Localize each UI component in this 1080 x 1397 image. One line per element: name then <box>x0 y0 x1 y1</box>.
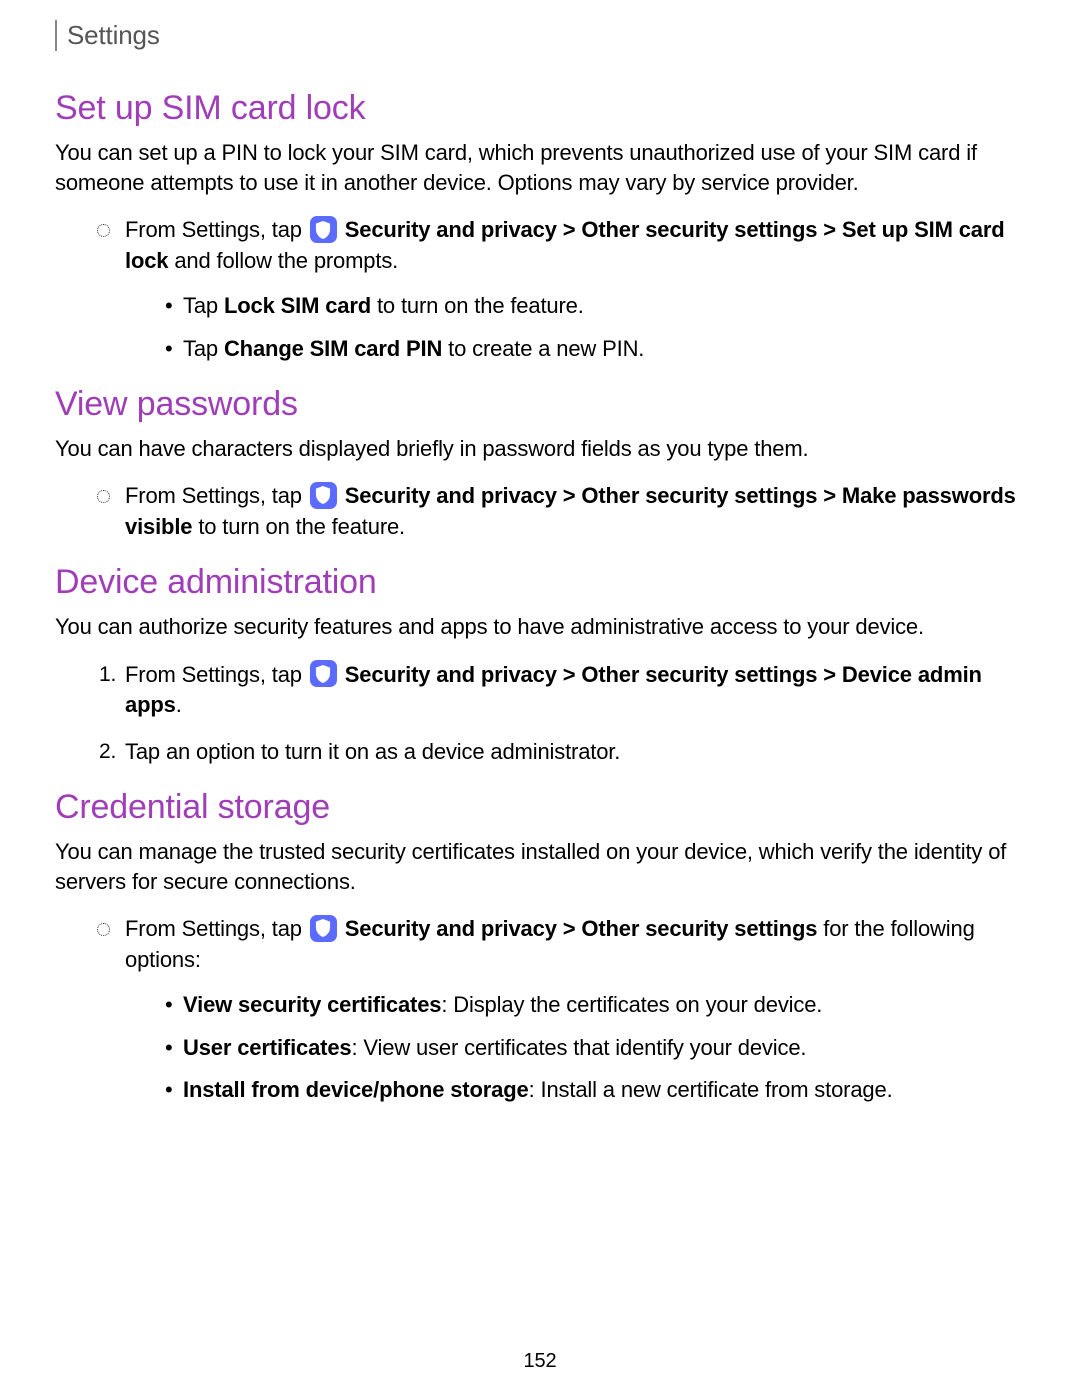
inner-list-item: Tap Change SIM card PIN to create a new … <box>165 334 1025 365</box>
header-title: Settings <box>67 20 160 50</box>
section-heading: Credential storage <box>55 788 1025 827</box>
sub-pre: Tap <box>183 293 224 318</box>
inner-list-item: View security certificates: Display the … <box>165 990 1025 1021</box>
section-heading: Device administration <box>55 563 1025 602</box>
section-heading: Set up SIM card lock <box>55 89 1025 128</box>
item-pre: From Settings, tap <box>125 662 308 687</box>
item-post: and follow the prompts. <box>168 248 398 273</box>
section-intro: You can set up a PIN to lock your SIM ca… <box>55 138 1025 197</box>
section-intro: You can manage the trusted security cert… <box>55 837 1025 896</box>
list-item: From Settings, tap Security and privacy … <box>97 660 1025 722</box>
item-post: to turn on the feature. <box>192 514 405 539</box>
sub-bold: User certificates <box>183 1035 352 1060</box>
item-pre: From Settings, tap <box>125 483 308 508</box>
item-post: . <box>176 692 182 717</box>
section-heading: View passwords <box>55 385 1025 424</box>
sub-post: : View user certificates that identify y… <box>352 1035 807 1060</box>
shield-icon <box>310 216 337 243</box>
section-intro: You can authorize security features and … <box>55 612 1025 642</box>
list-item: From Settings, tap Security and privacy … <box>97 215 1025 364</box>
item-pre: From Settings, tap <box>125 916 308 941</box>
section-list: From Settings, tap Security and privacy … <box>55 914 1025 1106</box>
page-number: 152 <box>0 1350 1080 1373</box>
sub-post: to create a new PIN. <box>442 336 644 361</box>
page-content: Set up SIM card lock You can set up a PIN… <box>55 89 1025 1106</box>
inner-list-item: Install from device/phone storage: Insta… <box>165 1075 1025 1106</box>
sub-pre: Tap <box>183 336 224 361</box>
shield-icon <box>310 482 337 509</box>
sub-bold: Install from device/phone storage <box>183 1077 529 1102</box>
list-item: From Settings, tap Security and privacy … <box>97 914 1025 1106</box>
sub-post: : Display the certificates on your devic… <box>441 992 822 1017</box>
list-item: From Settings, tap Security and privacy … <box>97 481 1025 543</box>
sub-post: to turn on the feature. <box>371 293 584 318</box>
item-path: Security and privacy > Other security se… <box>345 916 818 941</box>
inner-list: View security certificates: Display the … <box>125 990 1025 1106</box>
section-list: From Settings, tap Security and privacy … <box>55 660 1025 768</box>
section-intro: You can have characters displayed briefl… <box>55 434 1025 464</box>
sub-bold: View security certificates <box>183 992 441 1017</box>
inner-list-item: User certificates: View user certificate… <box>165 1033 1025 1064</box>
inner-list-item: Tap Lock SIM card to turn on the feature… <box>165 291 1025 322</box>
sub-bold: Lock SIM card <box>224 293 371 318</box>
sub-post: : Install a new certificate from storage… <box>529 1077 893 1102</box>
shield-icon <box>310 660 337 687</box>
item-pre: From Settings, tap <box>125 217 308 242</box>
inner-list: Tap Lock SIM card to turn on the feature… <box>125 291 1025 365</box>
list-item: Tap an option to turn it on as a device … <box>97 737 1025 768</box>
sub-bold: Change SIM card PIN <box>224 336 442 361</box>
page-header: Settings <box>55 20 1025 51</box>
section-list: From Settings, tap Security and privacy … <box>55 215 1025 364</box>
section-list: From Settings, tap Security and privacy … <box>55 481 1025 543</box>
shield-icon <box>310 915 337 942</box>
item-text: Tap an option to turn it on as a device … <box>125 739 620 764</box>
